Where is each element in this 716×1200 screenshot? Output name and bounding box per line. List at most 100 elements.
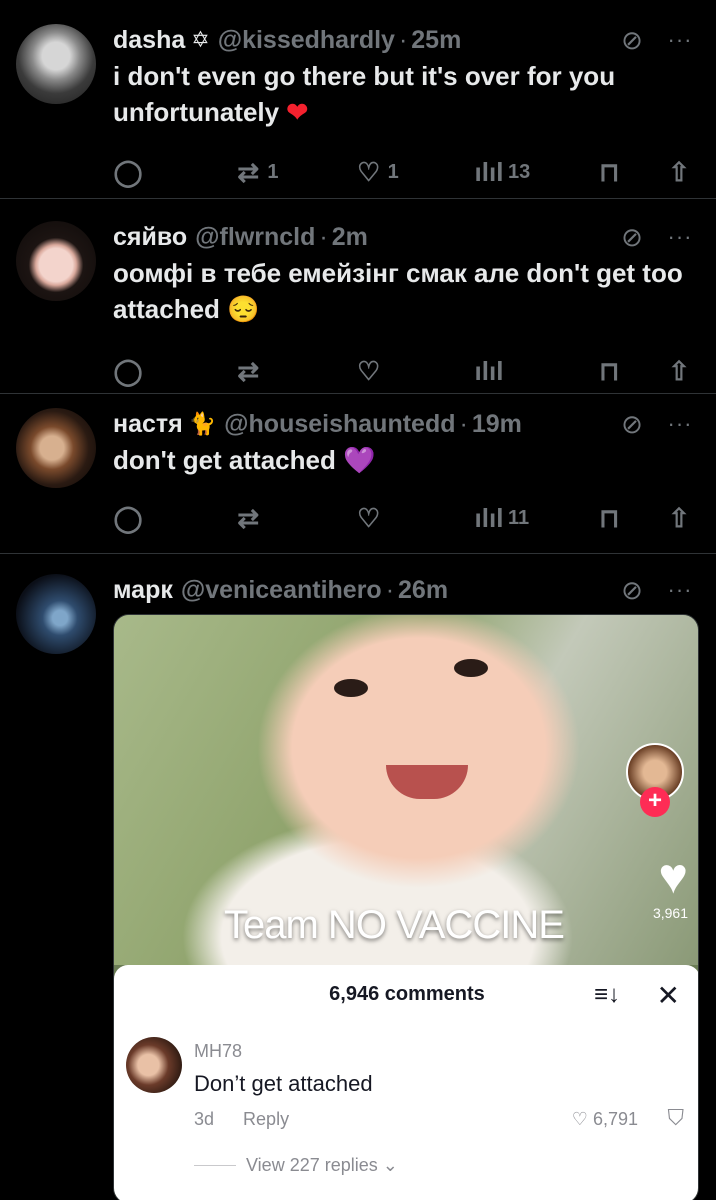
tweet-header: марк @veniceantihero · 26m ⊘ ···	[113, 574, 698, 606]
display-name[interactable]: сяйво	[113, 223, 187, 252]
timestamp[interactable]: 19m	[472, 410, 522, 439]
share-icon: ⇧	[668, 502, 690, 533]
cat-emoji: 🐈	[188, 411, 217, 436]
timeline-feed: dasha ✡ @kissedhardly · 25m ⊘ ··· i don'…	[0, 0, 716, 1200]
heart-icon: ♥	[658, 848, 688, 904]
share-button[interactable]: ⇧	[649, 503, 698, 534]
reply-icon: ◯	[113, 355, 143, 386]
close-icon: ✕	[656, 980, 680, 1011]
red-heart-emoji: ❤	[286, 97, 309, 127]
display-name[interactable]: настя	[113, 410, 183, 439]
sort-icon: ≡↓	[593, 981, 620, 1008]
like-button[interactable]: ♡	[354, 503, 474, 534]
handle[interactable]: @houseishauntedd	[224, 410, 455, 439]
retweet-count: 1	[267, 160, 279, 183]
retweet-icon: ⇄	[237, 156, 260, 187]
tweet-text: i don't even go there but it's over for …	[113, 58, 698, 130]
bookmark-button[interactable]: ⊓	[594, 503, 649, 534]
like-icon: ♡	[357, 156, 381, 187]
tweet-header: сяйво @flwrncld · 2m ⊘ ···	[113, 221, 698, 253]
tweet-body: сяйво @flwrncld · 2m ⊘ ··· оомфі в тебе …	[113, 221, 698, 393]
more-icon[interactable]: ···	[662, 27, 698, 53]
grok-icon[interactable]: ⊘	[614, 575, 650, 606]
like-count: 1	[387, 160, 399, 183]
handle[interactable]: @veniceantihero	[181, 576, 382, 605]
tweet[interactable]: dasha ✡ @kissedhardly · 25m ⊘ ··· i don'…	[0, 0, 716, 199]
action-bar: ◯ ⇄ ♡ ılıl 11 ⊓ ⇧	[113, 498, 698, 538]
share-button[interactable]: ⇧	[649, 157, 698, 188]
tweet-body: марк @veniceantihero · 26m ⊘ ··· Team NO…	[113, 574, 699, 1200]
comment-avatar	[126, 1037, 182, 1093]
avatar[interactable]	[16, 574, 96, 654]
tweet-body: dasha ✡ @kissedhardly · 25m ⊘ ··· i don'…	[113, 24, 698, 198]
retweet-icon: ⇄	[237, 502, 260, 533]
reply-button[interactable]: ◯	[113, 503, 233, 534]
purple-heart-emoji: 💜	[343, 445, 376, 475]
media-image[interactable]: Team NO VACCINE + ♥ 3,961 6,946 comments…	[113, 614, 699, 1200]
reply-button[interactable]: ◯	[113, 356, 233, 387]
view-count: 13	[507, 160, 531, 183]
separator-dot: ·	[459, 409, 468, 438]
views-button[interactable]: ılıl 11	[474, 503, 594, 534]
display-name[interactable]: марк	[113, 576, 173, 605]
more-icon[interactable]: ···	[662, 411, 698, 437]
grok-icon[interactable]: ⊘	[614, 222, 650, 253]
avatar[interactable]	[16, 24, 96, 104]
video-like-count: 3,961	[652, 905, 688, 921]
reply-icon: ◯	[113, 156, 143, 187]
bookmark-button[interactable]: ⊓	[594, 157, 649, 188]
retweet-button[interactable]: ⇄	[233, 356, 353, 387]
avatar[interactable]	[16, 221, 96, 301]
handle[interactable]: @flwrncld	[195, 223, 315, 252]
bookmark-icon: ⊓	[599, 156, 620, 187]
tweet-header: dasha ✡ @kissedhardly · 25m ⊘ ···	[113, 24, 698, 56]
share-icon: ⇧	[668, 355, 690, 386]
timestamp[interactable]: 25m	[411, 26, 461, 55]
comment-username: MH78	[194, 1041, 243, 1061]
name-emoji: ✡	[191, 27, 210, 52]
tweet-text-content: i don't even go there but it's over for …	[113, 61, 616, 127]
avatar[interactable]	[16, 408, 96, 488]
overlay-caption: Team NO VACCINE	[224, 903, 565, 947]
views-button[interactable]: ılıl	[474, 356, 594, 387]
display-name[interactable]: dasha	[113, 26, 185, 55]
bookmark-icon: ⊓	[599, 355, 620, 386]
timestamp[interactable]: 2m	[332, 223, 368, 252]
views-icon: ılıl	[474, 156, 504, 187]
bookmark-button[interactable]: ⊓	[594, 356, 649, 387]
like-icon: ♡	[357, 502, 381, 533]
grok-icon[interactable]: ⊘	[614, 25, 650, 56]
retweet-button[interactable]: ⇄	[233, 503, 353, 534]
baby-photo: Team NO VACCINE + ♥ 3,961	[114, 615, 698, 965]
comments-sheet: 6,946 comments ≡↓ ✕ MH78 Don’t get attac…	[114, 965, 698, 1200]
timestamp[interactable]: 26m	[398, 576, 448, 605]
view-replies-label: View 227 replies ⌄	[246, 1155, 398, 1175]
share-button[interactable]: ⇧	[649, 356, 698, 387]
tweet-text-content: оомфі в тебе емейзінг смак але don't get…	[113, 258, 683, 324]
comment-likes: ♡ 6,791	[572, 1109, 638, 1130]
reply-button[interactable]: ◯	[113, 157, 233, 188]
mouth	[386, 765, 468, 799]
tweet-header: настя 🐈 @houseishauntedd · 19m ⊘ ···	[113, 408, 698, 440]
tweet[interactable]: настя 🐈 @houseishauntedd · 19m ⊘ ··· don…	[0, 394, 716, 554]
comment-meta: 3d Reply	[194, 1109, 289, 1130]
eye	[454, 659, 488, 677]
like-button[interactable]: ♡ 1	[354, 157, 474, 188]
tweet-body: настя 🐈 @houseishauntedd · 19m ⊘ ··· don…	[113, 408, 698, 553]
grok-icon[interactable]: ⊘	[614, 409, 650, 440]
more-icon[interactable]: ···	[662, 577, 698, 603]
like-button[interactable]: ♡	[354, 356, 474, 387]
like-icon: ♡	[571, 1109, 588, 1129]
like-icon: ♡	[357, 355, 381, 386]
views-icon: ılıl	[474, 502, 504, 533]
more-icon[interactable]: ···	[662, 224, 698, 250]
retweet-button[interactable]: ⇄ 1	[233, 157, 353, 188]
plus-icon: +	[640, 787, 670, 817]
comment-like-count: 6,791	[592, 1109, 638, 1129]
handle[interactable]: @kissedhardly	[218, 26, 395, 55]
tweet[interactable]: марк @veniceantihero · 26m ⊘ ··· Team NO…	[0, 554, 716, 1200]
views-button[interactable]: ılıl 13	[474, 157, 594, 188]
comment-text: Don’t get attached	[194, 1071, 373, 1096]
view-count: 11	[507, 506, 530, 529]
tweet[interactable]: сяйво @flwrncld · 2m ⊘ ··· оомфі в тебе …	[0, 199, 716, 394]
